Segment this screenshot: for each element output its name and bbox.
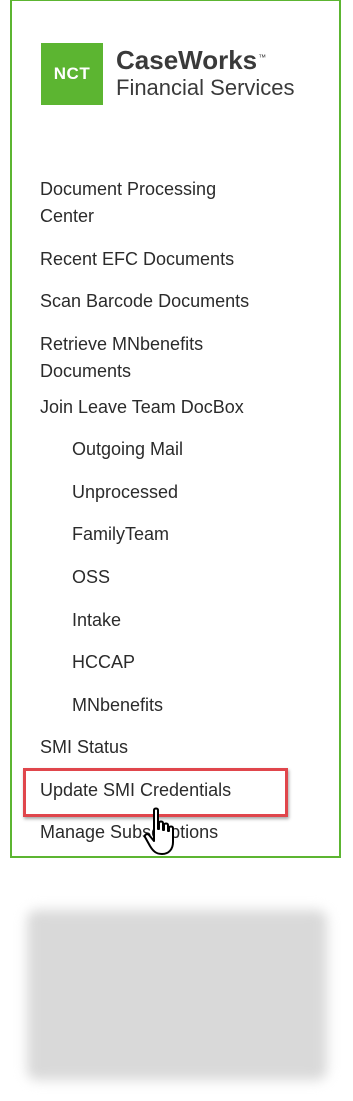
nav-item-scan-barcode-documents[interactable]: Scan Barcode Documents <box>40 288 249 315</box>
nct-logo-badge: NCT <box>41 43 103 105</box>
logo-name-text: CaseWorks <box>116 45 258 75</box>
nav-item-unprocessed[interactable]: Unprocessed <box>72 479 178 506</box>
logo-subtitle: Financial Services <box>116 75 295 100</box>
nav-item-mnbenefits[interactable]: MNbenefits <box>72 692 163 719</box>
nav-item-recent-efc-documents[interactable]: Recent EFC Documents <box>40 246 234 273</box>
sidebar-panel: NCT CaseWorks™ Financial Services Docume… <box>10 0 341 858</box>
blurred-content-area <box>27 910 327 1080</box>
nav-item-hccap[interactable]: HCCAP <box>72 649 135 676</box>
hand-pointer-icon <box>143 807 174 855</box>
logo-trademark: ™ <box>258 53 267 62</box>
nav-item-join-leave-team-docbox[interactable]: Join Leave Team DocBox <box>40 394 244 421</box>
nav-item-oss[interactable]: OSS <box>72 564 110 591</box>
nav-item-label-line2: Documents <box>40 361 132 381</box>
nav-item-document-processing-center[interactable]: Document Processing Center <box>40 176 216 230</box>
nav-item-intake[interactable]: Intake <box>72 607 121 634</box>
nav-item-smi-status[interactable]: SMI Status <box>40 734 128 761</box>
nav-item-label-line2: Center <box>40 206 95 226</box>
nav-item-manage-subscriptions[interactable]: Manage Subscriptions <box>40 819 218 846</box>
nav-item-outgoing-mail[interactable]: Outgoing Mail <box>72 436 183 463</box>
logo-name: CaseWorks™ <box>116 45 266 75</box>
nav-item-label: Retrieve MNbenefits <box>40 334 204 354</box>
nav-item-label: Document Processing <box>40 179 217 199</box>
caseworks-logo[interactable]: NCT CaseWorks™ Financial Services <box>41 43 331 107</box>
nav-item-familyteam[interactable]: FamilyTeam <box>72 521 169 548</box>
nav-item-retrieve-mnbenefits-documents[interactable]: Retrieve MNbenefits Documents <box>40 331 203 385</box>
